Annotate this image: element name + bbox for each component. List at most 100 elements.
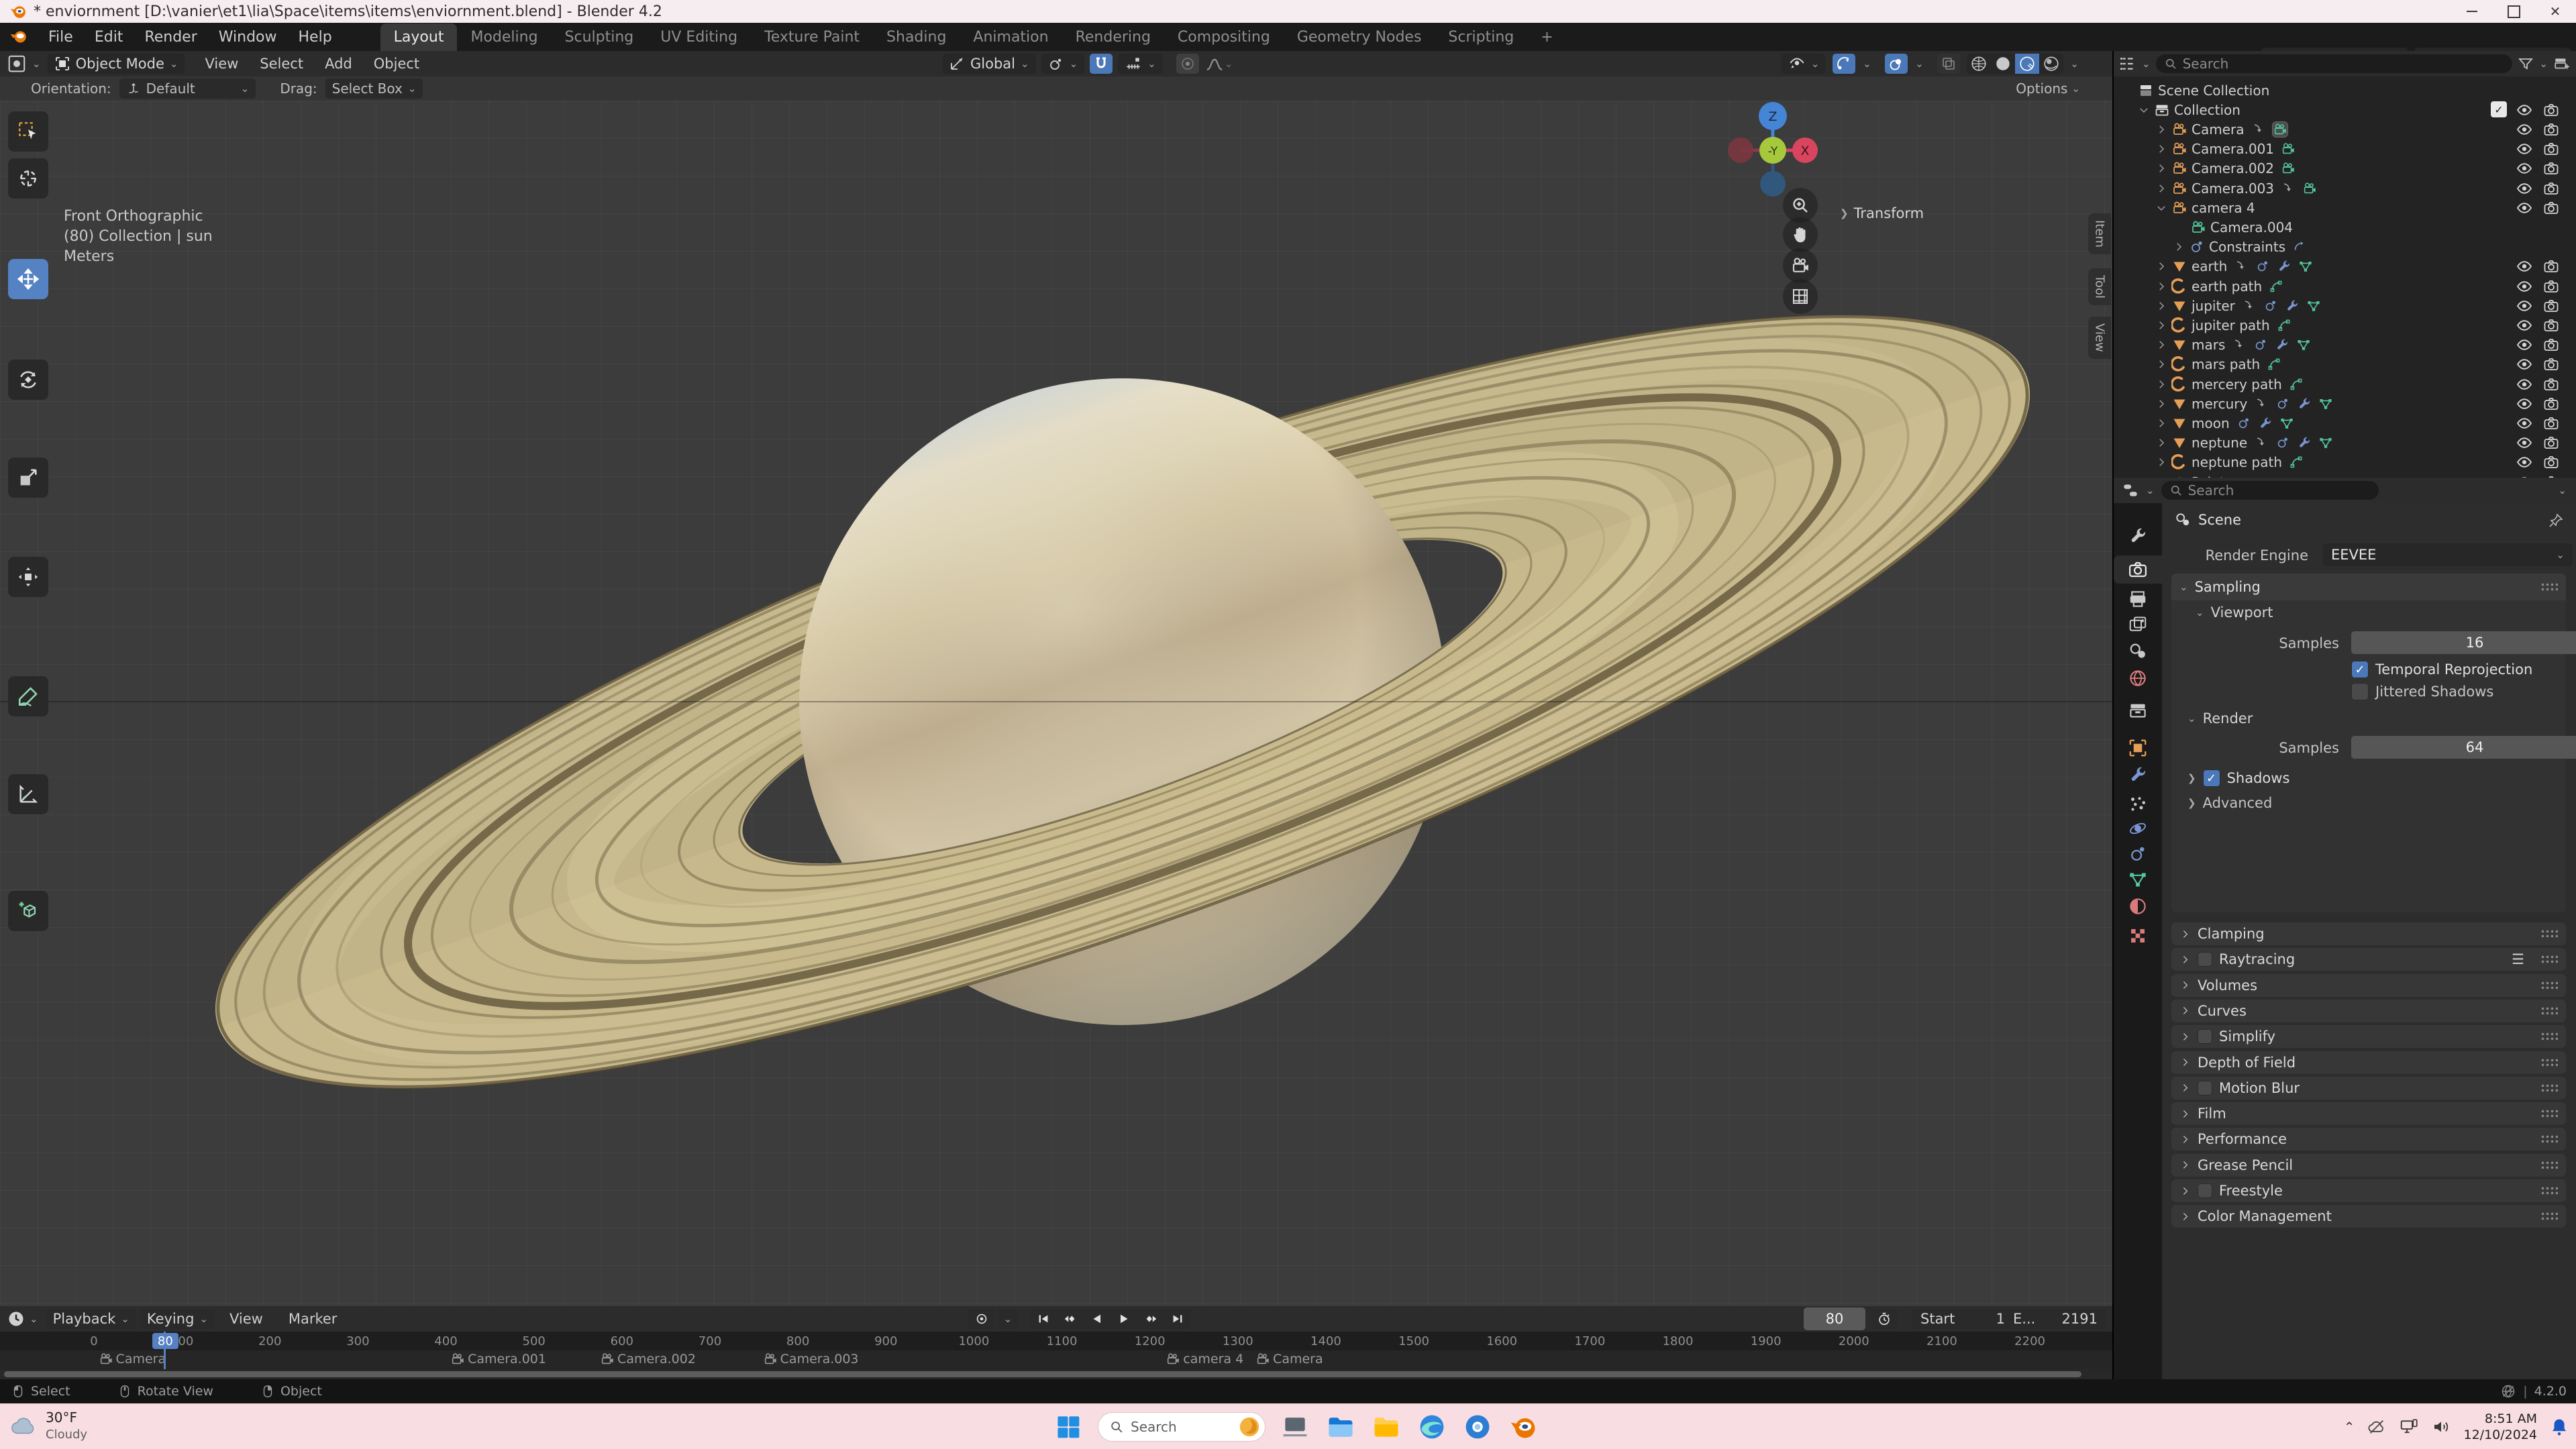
outliner-row-constraints[interactable]: Constraints — [2114, 237, 2576, 257]
section-performance[interactable]: Performance — [2171, 1128, 2566, 1150]
drag-grip-icon[interactable] — [2540, 582, 2558, 592]
menu-edit[interactable]: Edit — [84, 25, 134, 50]
expand--chevron-icon[interactable] — [2155, 162, 2167, 174]
disable-render-icon[interactable] — [2543, 200, 2559, 216]
hide-eye-icon[interactable] — [2516, 160, 2532, 176]
timeline-marker-camera-001[interactable]: Camera.001 — [450, 1352, 546, 1366]
outliner-row-collection[interactable]: Collection✓ — [2114, 100, 2576, 119]
options-button[interactable]: Options ⌄ — [2016, 80, 2080, 97]
section-volumes[interactable]: Volumes — [2171, 974, 2566, 997]
outliner-row-jupiter[interactable]: jupiter — [2114, 296, 2576, 315]
sidebar-transform-tab[interactable]: ❯ Transform — [1840, 205, 1924, 221]
viewport-menu-object[interactable]: Object — [363, 52, 430, 76]
viewport-menu-view[interactable]: View — [194, 52, 249, 76]
taskbar-app-browser[interactable] — [1463, 1412, 1492, 1442]
timeline-editor-icon[interactable] — [7, 1309, 25, 1328]
disable-render-icon[interactable] — [2543, 141, 2559, 157]
workspace-tab-compositing[interactable]: Compositing — [1164, 23, 1284, 51]
hide-eye-icon[interactable] — [2516, 298, 2532, 314]
drag-grip-icon[interactable] — [2540, 1212, 2558, 1221]
shading-rendered-button[interactable] — [2039, 54, 2063, 74]
auto-keying-button[interactable] — [968, 1309, 995, 1329]
breadcrumb-scene[interactable]: Scene — [2198, 512, 2241, 528]
frame-end-field[interactable]: E... 2191 — [2005, 1309, 2106, 1329]
drag-grip-icon[interactable] — [2540, 929, 2558, 938]
taskbar-app-edge[interactable] — [1417, 1412, 1447, 1442]
properties-tab-physics[interactable] — [2114, 814, 2162, 843]
network-icon[interactable] — [2399, 1417, 2419, 1437]
tool-cursor-button[interactable] — [8, 158, 48, 199]
shading-dropdown[interactable]: ⌄ — [2070, 58, 2079, 70]
expand--chevron-icon[interactable] — [2155, 260, 2167, 272]
jump-start-button[interactable] — [1030, 1309, 1057, 1329]
outliner-row-earth-path[interactable]: earth path — [2114, 276, 2576, 296]
transform-orientation-dropdown[interactable]: Global ⌄ — [942, 54, 1036, 74]
disable-render-icon[interactable] — [2543, 258, 2559, 274]
section-checkbox[interactable] — [2198, 1081, 2212, 1095]
hide-eye-icon[interactable] — [2516, 396, 2532, 412]
hide-eye-icon[interactable] — [2516, 435, 2532, 451]
xray-toggle[interactable] — [1937, 54, 1960, 74]
sidebar-tab-view[interactable]: View — [2088, 317, 2111, 359]
outliner-row-camera[interactable]: Camera — [2114, 119, 2576, 139]
weather-widget[interactable]: 30°F Cloudy — [9, 1409, 87, 1443]
properties-tab-texture[interactable] — [2114, 922, 2162, 950]
editor-type-icon[interactable] — [7, 54, 27, 74]
use-preview-range-button[interactable] — [1871, 1309, 1898, 1329]
hide-eye-icon[interactable] — [2516, 180, 2532, 197]
clock-widget[interactable]: 8:51 AM 12/10/2024 — [2463, 1411, 2537, 1443]
menu-file[interactable]: File — [38, 25, 84, 50]
camera-view-button[interactable] — [1783, 248, 1818, 283]
workspace-tab-texture-paint[interactable]: Texture Paint — [751, 23, 873, 51]
timeline-marker-camera-002[interactable]: Camera.002 — [600, 1352, 696, 1366]
hide-eye-icon[interactable] — [2516, 258, 2532, 274]
play-reverse-button[interactable] — [1084, 1309, 1111, 1329]
outliner-row-mars[interactable]: mars — [2114, 335, 2576, 355]
properties-tab-world[interactable] — [2114, 664, 2162, 692]
outliner-row-scene-collection[interactable]: Scene Collection — [2114, 80, 2576, 100]
expand--chevron-icon[interactable] — [2155, 300, 2167, 312]
filter-icon[interactable] — [2518, 56, 2534, 72]
snap-toggle[interactable] — [1090, 54, 1113, 74]
maximize-button[interactable] — [2493, 0, 2534, 23]
section-raytracing[interactable]: Raytracing☰ — [2171, 948, 2566, 971]
shading-solid-button[interactable] — [1991, 54, 2015, 74]
properties-tab-render[interactable] — [2114, 555, 2162, 584]
properties-tab-view-layer[interactable] — [2114, 610, 2162, 639]
pan-button[interactable] — [1783, 217, 1818, 252]
outliner-row-neptune-path[interactable]: neptune path — [2114, 453, 2576, 472]
section-freestyle[interactable]: Freestyle — [2171, 1179, 2566, 1202]
hide-eye-icon[interactable] — [2516, 141, 2532, 157]
overlays-toggle[interactable] — [1885, 54, 1908, 74]
workspace-tab-sculpting[interactable]: Sculpting — [552, 23, 648, 51]
hide-eye-icon[interactable] — [2516, 121, 2532, 138]
minimize-button[interactable] — [2451, 0, 2493, 23]
outliner-row-camera-003[interactable]: Camera.003 — [2114, 178, 2576, 198]
viewport-menu-select[interactable]: Select — [249, 52, 314, 76]
expand-collapse-chevron-icon[interactable] — [2138, 104, 2150, 116]
viewport-samples-field[interactable]: 16 — [2351, 631, 2576, 654]
tool-measure-button[interactable] — [8, 774, 48, 814]
overlays-dropdown[interactable]: ⌄ — [1908, 54, 1930, 74]
expand--chevron-icon[interactable] — [2155, 143, 2167, 155]
properties-tab-constraints[interactable] — [2114, 840, 2162, 868]
section-color-management[interactable]: Color Management — [2171, 1205, 2566, 1228]
viewport-menu-add[interactable]: Add — [314, 52, 363, 76]
drag-dropdown[interactable]: Select Box ⌄ — [325, 78, 423, 99]
menu-help[interactable]: Help — [288, 25, 343, 50]
outliner-row-camera-004[interactable]: Camera.004 — [2114, 217, 2576, 237]
taskbar-app-file-explorer[interactable] — [1326, 1412, 1355, 1442]
temporal-reprojection-row[interactable]: ✓ Temporal Reprojection — [2351, 661, 2532, 678]
blender-menu-icon[interactable] — [9, 30, 30, 44]
timeline-marker-camera[interactable]: Camera — [99, 1352, 166, 1366]
new-collection-icon[interactable] — [2553, 55, 2571, 72]
properties-tab-object[interactable] — [2114, 734, 2162, 762]
auto-keying-dropdown[interactable]: ⌄ — [998, 1309, 1018, 1329]
section-grease-pencil[interactable]: Grease Pencil — [2171, 1154, 2566, 1177]
outliner-search-input[interactable]: Search — [2156, 54, 2513, 73]
render-samples-field[interactable]: 64 — [2351, 736, 2576, 759]
timeline-menu-keying[interactable]: Keying⌄ — [140, 1309, 215, 1329]
timeline-menu-view[interactable]: View — [219, 1307, 274, 1331]
orientation-default-dropdown[interactable]: Default ⌄ — [119, 78, 256, 99]
pin-icon[interactable] — [2548, 513, 2564, 529]
